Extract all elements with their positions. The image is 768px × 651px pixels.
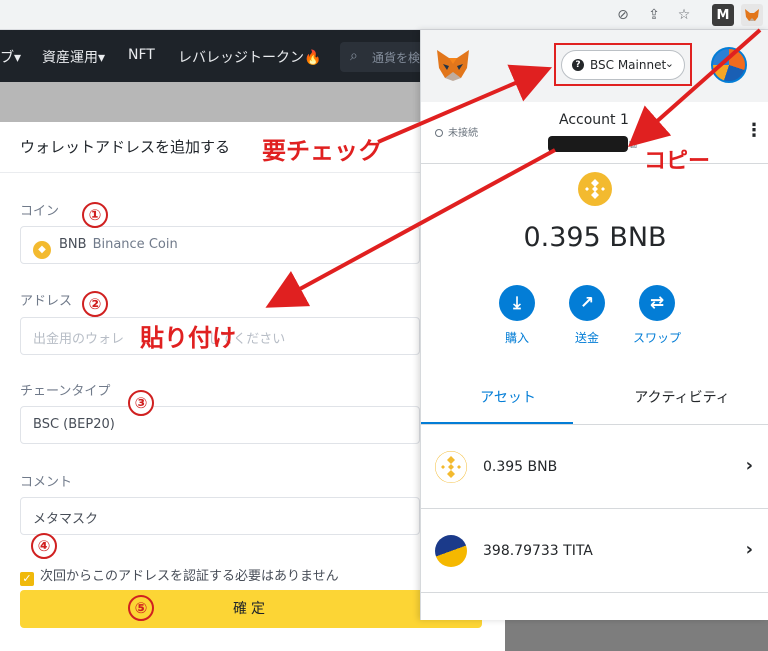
account-bar: 未接続 Account 1 ⧉ ⋮	[421, 102, 768, 164]
exchange-navbar: ブ▾ 資産運用▾ NFT レバレッジトークン🔥 ⌕ 通貨を検	[0, 30, 430, 82]
comment-label: コメント	[20, 475, 73, 490]
step-marker-1: ①	[82, 202, 108, 228]
skip-verification-checkbox[interactable]: ✓ 次回からこのアドレスを認証する必要はありません	[20, 565, 339, 586]
tita-token-icon	[435, 535, 467, 567]
balance: 0.395 BNB	[523, 222, 667, 253]
page-overlay-strip	[0, 82, 420, 122]
bnb-coin-icon: ◆	[33, 241, 51, 259]
copy-icon[interactable]: ⧉	[629, 138, 637, 152]
network-highlight-box	[554, 43, 692, 86]
annotation-check-required: 要チェック	[262, 137, 382, 165]
metamask-popup: ? BSC Mainnet ⌄ 未接続 Account 1 ⧉ ⋮ 0.395 …	[420, 30, 768, 620]
buy-button[interactable]: ⤓ 購入	[477, 285, 557, 346]
tab-assets[interactable]: アセット	[421, 387, 595, 407]
account-avatar[interactable]	[711, 47, 747, 83]
coin-label: コイン	[20, 204, 60, 219]
form-title: ウォレットアドレスを追加する	[20, 138, 231, 156]
chevron-right-icon: ›	[745, 539, 753, 560]
chevron-right-icon: ›	[745, 455, 753, 476]
step-marker-5: ⑤	[128, 595, 154, 621]
comment-input[interactable]: メタマスク	[20, 497, 420, 535]
asset-tabs: アセット アクティビティ	[421, 375, 768, 425]
chain-type-select[interactable]: BSC (BEP20)	[20, 406, 420, 444]
metamask-fox-logo	[437, 50, 469, 81]
asset-label: 398.79733 TITA	[483, 543, 593, 559]
nav-item-prev[interactable]: ブ▾	[0, 47, 21, 67]
account-address-redacted[interactable]	[548, 136, 628, 152]
bnb-logo-icon	[578, 172, 612, 206]
confirm-button[interactable]: 確定	[20, 590, 482, 628]
checkmark-icon: ✓	[20, 572, 34, 586]
chain-type-label: チェーンタイプ	[20, 384, 111, 399]
search-input[interactable]: ⌕ 通貨を検	[340, 42, 430, 72]
status-dot-icon	[435, 129, 443, 137]
extension-m-icon[interactable]: M	[712, 4, 734, 26]
download-icon: ⤓	[499, 285, 535, 321]
step-marker-4: ④	[31, 533, 57, 559]
share-icon[interactable]: ⇪	[644, 5, 664, 25]
kebab-menu-icon[interactable]: ⋮	[745, 120, 763, 141]
asset-row-bnb[interactable]: 0.395 BNB ›	[421, 425, 768, 509]
nav-item-leveraged-tokens[interactable]: レバレッジトークン🔥	[178, 47, 321, 67]
step-marker-2: ②	[82, 291, 108, 317]
nav-item-nft[interactable]: NFT	[128, 47, 155, 63]
metamask-extension-icon[interactable]	[741, 4, 763, 26]
eye-off-icon[interactable]: ⊘	[613, 5, 633, 25]
connection-status[interactable]: 未接続	[435, 124, 478, 139]
search-icon: ⌕	[350, 48, 358, 64]
tab-activity[interactable]: アクティビティ	[595, 387, 768, 407]
coin-select[interactable]: ◆ BNB Binance Coin	[20, 226, 420, 264]
active-tab-indicator	[421, 422, 573, 424]
asset-label: 0.395 BNB	[483, 459, 558, 475]
address-label: アドレス	[20, 294, 73, 309]
send-arrow-icon: ↗	[569, 285, 605, 321]
annotation-copy: コピー	[644, 149, 711, 174]
asset-row-tita[interactable]: 398.79733 TITA ›	[421, 509, 768, 593]
metamask-header: ? BSC Mainnet ⌄	[421, 30, 768, 102]
bookmark-star-icon[interactable]: ☆	[674, 5, 694, 25]
bnb-icon	[435, 451, 467, 483]
swap-icon: ⇄	[639, 285, 675, 321]
annotation-paste: 貼り付け	[140, 324, 236, 352]
swap-button[interactable]: ⇄ スワップ	[617, 285, 697, 346]
nav-item-earn[interactable]: 資産運用▾	[42, 47, 105, 67]
step-marker-3: ③	[128, 390, 154, 416]
account-name[interactable]: Account 1	[559, 112, 629, 128]
send-button[interactable]: ↗ 送金	[547, 285, 627, 346]
browser-toolbar: ⊘ ⇪ ☆ M	[0, 0, 768, 30]
